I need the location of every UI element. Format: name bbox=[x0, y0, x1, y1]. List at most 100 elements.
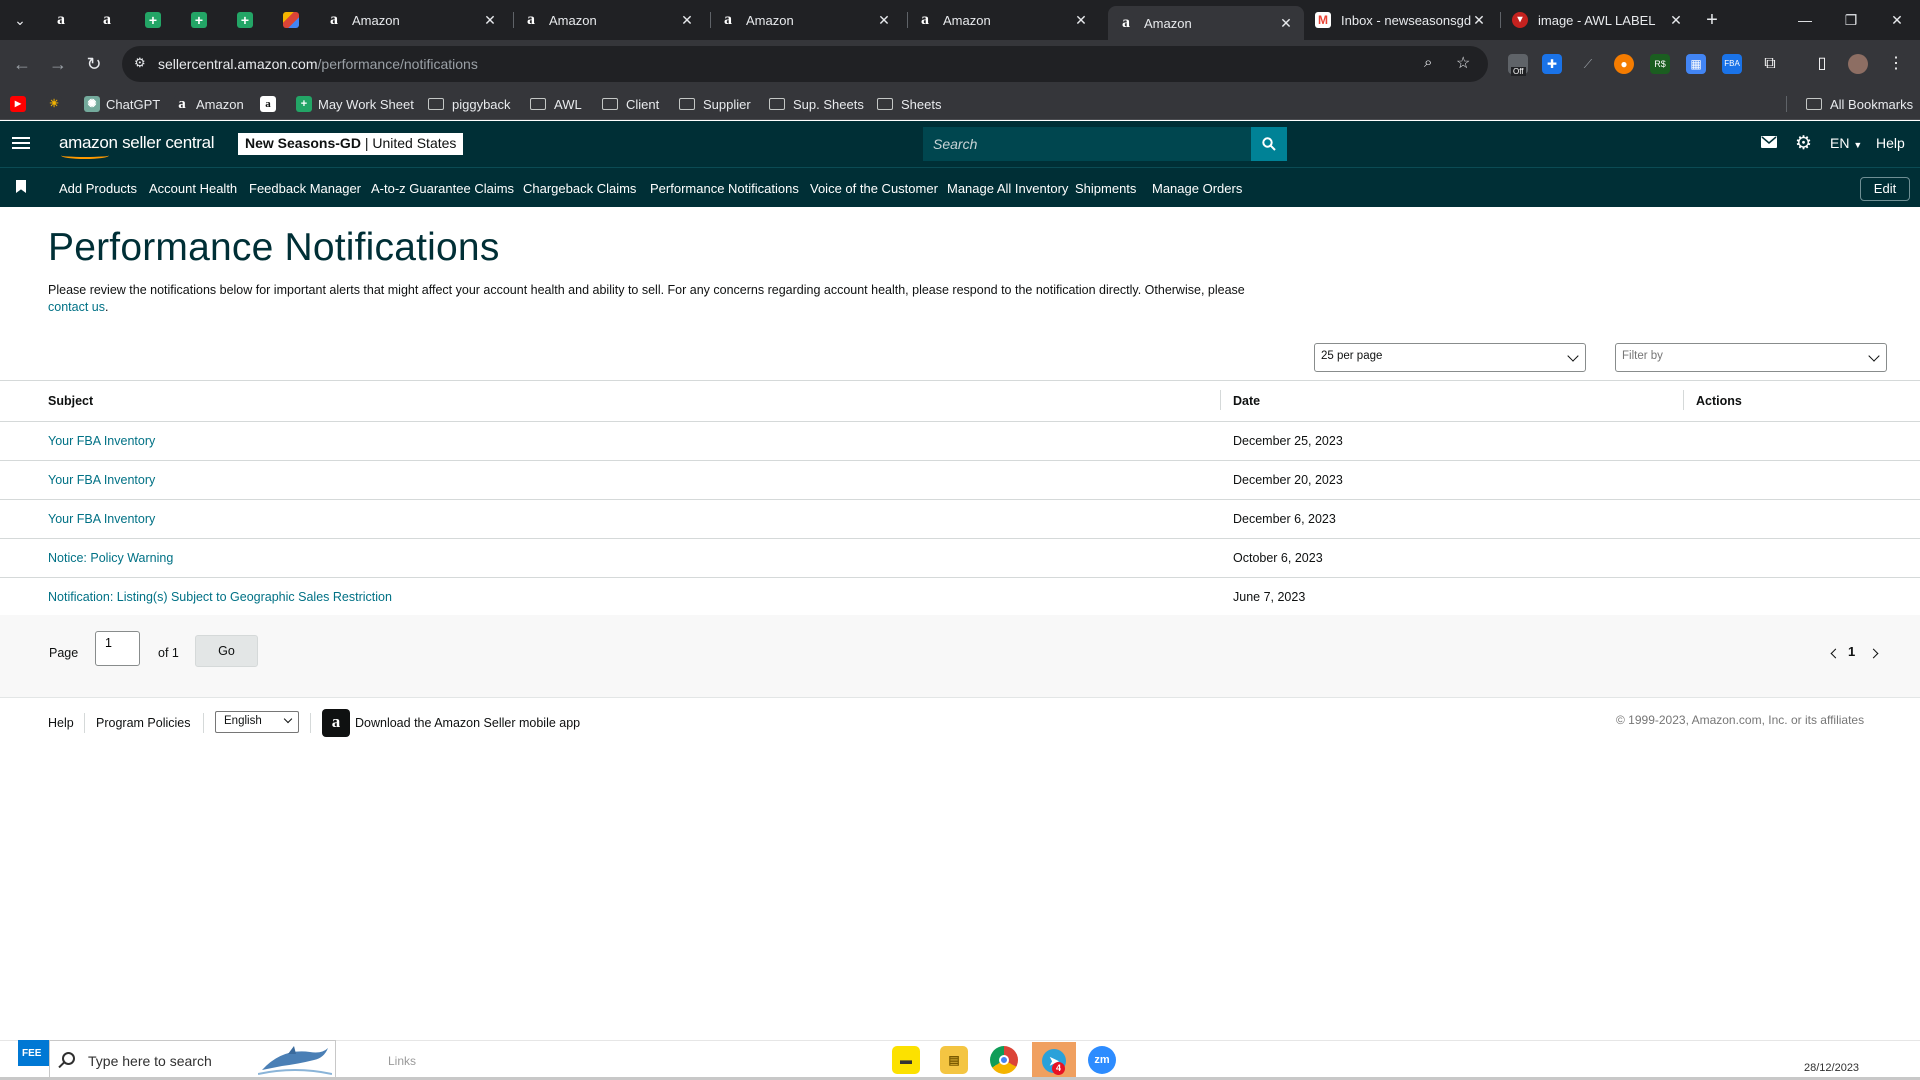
seller-central-logo[interactable]: amazon seller central bbox=[59, 133, 215, 159]
close-icon[interactable]: ✕ bbox=[1278, 15, 1294, 32]
telegram-icon[interactable]: ➤ bbox=[1032, 1042, 1076, 1080]
go-button[interactable]: Go bbox=[195, 635, 258, 667]
tab-search-icon[interactable]: ⌄ bbox=[8, 8, 32, 32]
all-bookmarks[interactable]: All Bookmarks bbox=[1806, 94, 1913, 114]
pinned-tab-sheets-3[interactable]: + bbox=[225, 6, 265, 34]
nav-manage-inventory[interactable]: Manage All Inventory bbox=[947, 181, 1068, 196]
taskbar-links[interactable]: Links bbox=[388, 1054, 416, 1068]
account-switcher[interactable]: New Seasons-GD | United States bbox=[238, 133, 464, 155]
nav-add-products[interactable]: Add Products bbox=[59, 181, 137, 196]
help-link[interactable]: Help bbox=[1876, 135, 1905, 151]
file-explorer-icon[interactable]: ▤ bbox=[940, 1046, 968, 1074]
current-page-number[interactable]: 1 bbox=[1848, 644, 1855, 659]
per-page-select[interactable]: 25 per page bbox=[1314, 343, 1586, 372]
extension-icon[interactable]: ● bbox=[1614, 54, 1634, 74]
reload-icon[interactable]: ↻ bbox=[82, 52, 106, 76]
search-button[interactable] bbox=[1251, 127, 1287, 161]
tab-awl-label[interactable]: ▾ image - AWL LABEL ✕ bbox=[1502, 6, 1694, 34]
close-icon[interactable]: ✕ bbox=[1668, 12, 1684, 29]
edit-shortcuts-button[interactable]: Edit bbox=[1860, 177, 1910, 201]
pinned-tab-amazon-1[interactable]: a bbox=[41, 6, 81, 34]
notification-subject-link[interactable]: Notice: Policy Warning bbox=[0, 538, 1220, 578]
nav-shipments[interactable]: Shipments bbox=[1075, 181, 1136, 196]
sticky-notes-icon[interactable]: ▬ bbox=[892, 1046, 920, 1074]
side-panel-icon[interactable]: ▯ bbox=[1812, 54, 1832, 74]
bookmark-folder-supplier[interactable]: Supplier bbox=[679, 94, 751, 114]
column-header-subject[interactable]: Subject bbox=[0, 380, 1220, 422]
column-header-date[interactable]: Date bbox=[1220, 380, 1683, 422]
bookmark-folder-sheets[interactable]: Sheets bbox=[877, 94, 941, 114]
extension-icon[interactable]: R$ bbox=[1650, 54, 1670, 74]
notification-subject-link[interactable]: Your FBA Inventory bbox=[0, 499, 1220, 539]
bookmark-folder-piggyback[interactable]: piggyback bbox=[428, 94, 511, 114]
seller-app-icon[interactable]: a bbox=[322, 709, 350, 737]
filter-select[interactable]: Filter by bbox=[1615, 343, 1887, 372]
new-tab-icon[interactable]: + bbox=[1700, 8, 1724, 32]
close-icon[interactable]: ✕ bbox=[679, 12, 695, 29]
bookmark-youtube[interactable]: ▶ bbox=[10, 94, 32, 114]
bookmark-folder-client[interactable]: Client bbox=[602, 94, 659, 114]
bookmark-may-work-sheet[interactable]: + May Work Sheet bbox=[296, 94, 414, 114]
site-info-icon[interactable]: ⚙ bbox=[134, 55, 146, 71]
pinned-tab-app[interactable] bbox=[271, 6, 311, 34]
close-icon[interactable]: ✕ bbox=[1471, 12, 1487, 29]
restore-icon[interactable]: ❐ bbox=[1828, 0, 1874, 40]
tab-amazon-active[interactable]: a Amazon ✕ bbox=[1108, 6, 1304, 40]
extension-icon[interactable]: ⟋ bbox=[1578, 54, 1598, 74]
tab-amazon-2[interactable]: a Amazon ✕ bbox=[513, 6, 705, 34]
close-icon[interactable]: ✕ bbox=[482, 12, 498, 29]
profile-avatar[interactable] bbox=[1848, 54, 1868, 74]
pinned-tab-sheets-1[interactable]: + bbox=[133, 6, 173, 34]
nav-voice-of-customer[interactable]: Voice of the Customer bbox=[810, 181, 938, 196]
close-icon[interactable]: ✕ bbox=[1073, 12, 1089, 29]
back-icon[interactable]: ← bbox=[10, 52, 34, 76]
page-number-input[interactable] bbox=[95, 631, 140, 666]
extension-icon[interactable]: ✚ bbox=[1542, 54, 1562, 74]
footer-language-select[interactable]: English bbox=[215, 711, 299, 733]
nav-a-to-z-claims[interactable]: A-to-z Guarantee Claims bbox=[371, 181, 514, 196]
zoom-icon[interactable]: ⌕ bbox=[1424, 54, 1432, 71]
menu-icon[interactable] bbox=[12, 134, 30, 152]
nav-account-health[interactable]: Account Health bbox=[149, 181, 237, 196]
address-bar[interactable]: ⚙ sellercentral.amazon.com/performance/n… bbox=[122, 46, 1488, 82]
nav-manage-orders[interactable]: Manage Orders bbox=[1152, 181, 1242, 196]
bookmark-app[interactable]: ☀ bbox=[46, 94, 68, 114]
mail-icon[interactable] bbox=[1761, 135, 1777, 153]
chrome-icon[interactable] bbox=[990, 1046, 1018, 1074]
bookmark-folder-awl[interactable]: AWL bbox=[530, 94, 582, 114]
footer-program-policies-link[interactable]: Program Policies bbox=[96, 716, 190, 730]
extension-icon[interactable]: FBA bbox=[1722, 54, 1742, 74]
window-close-icon[interactable]: ✕ bbox=[1874, 0, 1920, 40]
search-input[interactable] bbox=[923, 127, 1253, 161]
chrome-menu-icon[interactable]: ⋮ bbox=[1886, 54, 1906, 74]
chevron-right-icon[interactable] bbox=[1868, 648, 1879, 659]
tab-amazon-1[interactable]: a Amazon ✕ bbox=[316, 6, 508, 34]
chevron-left-icon[interactable] bbox=[1830, 648, 1841, 659]
settings-gear-icon[interactable]: ⚙ bbox=[1795, 132, 1812, 155]
calculator-icon[interactable]: ▦ bbox=[1686, 54, 1706, 74]
nav-chargeback-claims[interactable]: Chargeback Claims bbox=[523, 181, 636, 196]
close-icon[interactable]: ✕ bbox=[876, 12, 892, 29]
bookmark-icon[interactable] bbox=[16, 180, 26, 193]
contact-us-link[interactable]: contact us bbox=[48, 300, 105, 314]
minimize-icon[interactable]: — bbox=[1782, 0, 1828, 40]
app-download-link[interactable]: Download the Amazon Seller mobile app bbox=[355, 716, 580, 730]
bookmark-folder-sup-sheets[interactable]: Sup. Sheets bbox=[769, 94, 864, 114]
bookmark-amazon-icon[interactable]: a bbox=[260, 94, 282, 114]
footer-help-link[interactable]: Help bbox=[48, 716, 74, 730]
pinned-tab-sheets-2[interactable]: + bbox=[179, 6, 219, 34]
notification-subject-link[interactable]: Your FBA Inventory bbox=[0, 460, 1220, 500]
bookmark-star-icon[interactable]: ☆ bbox=[1456, 53, 1470, 73]
system-tray-date[interactable]: 28/12/2023 bbox=[1804, 1062, 1859, 1074]
notification-subject-link[interactable]: Notification: Listing(s) Subject to Geog… bbox=[0, 577, 1220, 617]
tab-amazon-4[interactable]: a Amazon ✕ bbox=[907, 6, 1099, 34]
nav-performance-notifications[interactable]: Performance Notifications bbox=[650, 181, 799, 196]
start-tile[interactable]: FEE bbox=[18, 1040, 50, 1066]
tab-gmail-inbox[interactable]: M Inbox - newseasonsgd@ ✕ bbox=[1305, 6, 1497, 34]
forward-icon[interactable]: → bbox=[46, 52, 70, 76]
tab-amazon-3[interactable]: a Amazon ✕ bbox=[710, 6, 902, 34]
extensions-puzzle-icon[interactable]: ⧉ bbox=[1760, 54, 1780, 74]
nav-feedback-manager[interactable]: Feedback Manager bbox=[249, 181, 361, 196]
zoom-app-icon[interactable]: zm bbox=[1088, 1046, 1116, 1074]
bookmark-chatgpt[interactable]: ✺ ChatGPT bbox=[84, 94, 160, 114]
